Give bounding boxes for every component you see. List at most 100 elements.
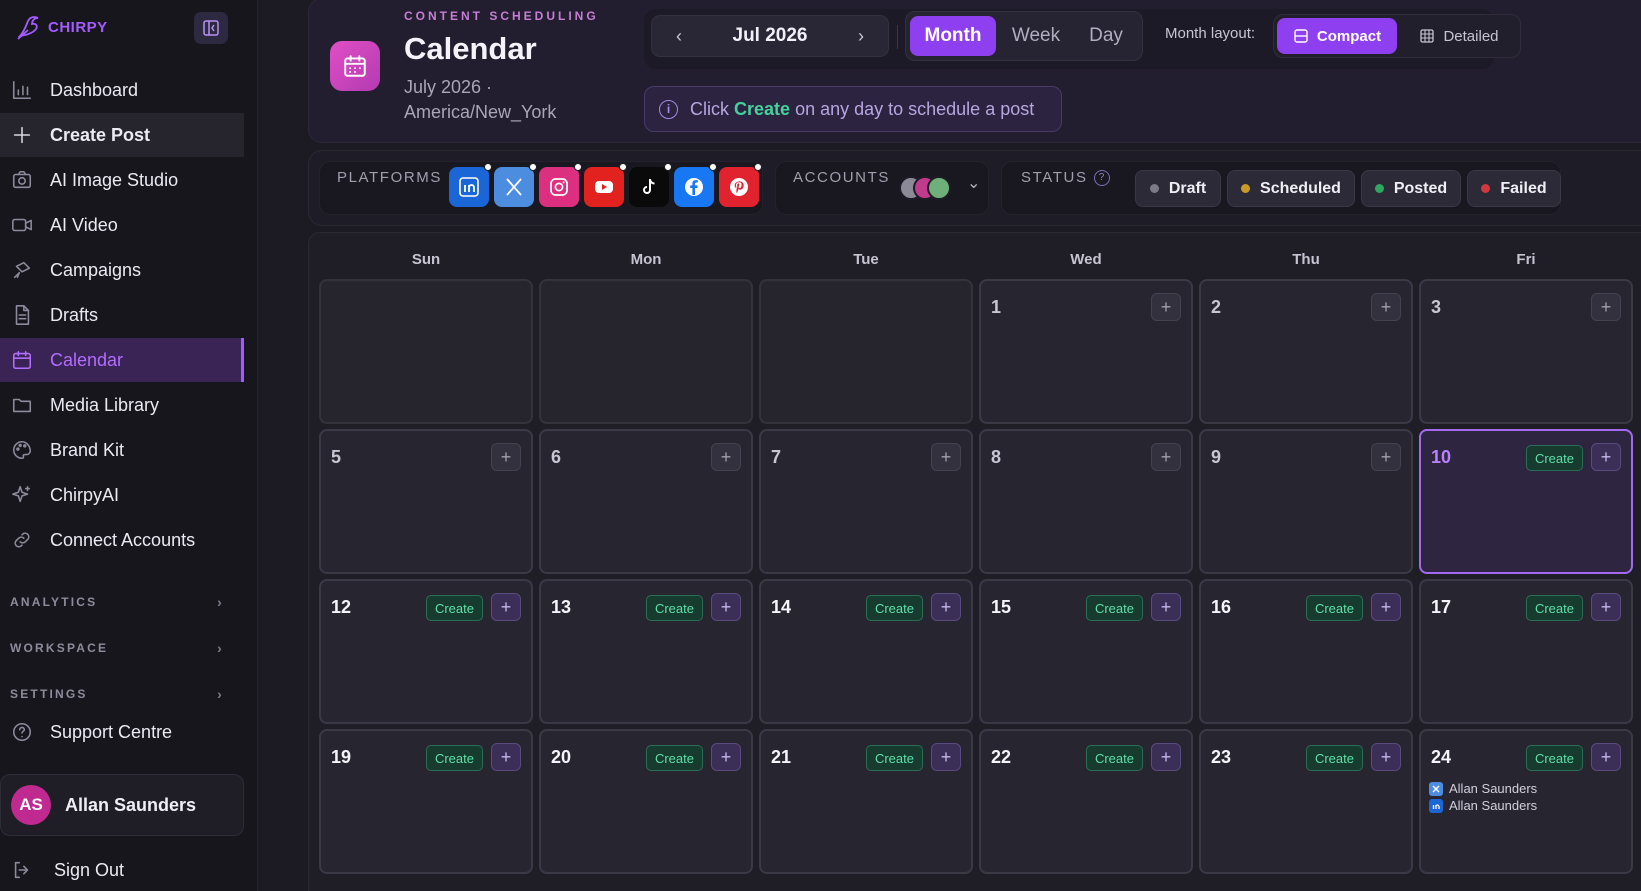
status-scheduled-button[interactable]: Scheduled: [1227, 170, 1355, 207]
pinterest-filter-button[interactable]: [719, 163, 762, 207]
add-post-button[interactable]: +: [1591, 293, 1621, 321]
day-cell[interactable]: 21 Create +: [759, 729, 973, 874]
add-post-button[interactable]: +: [1591, 743, 1621, 771]
sidebar-item-ai-video[interactable]: AI Video: [0, 203, 244, 247]
section-analytics[interactable]: ANALYTICS ›: [10, 594, 224, 610]
add-post-button[interactable]: +: [1151, 743, 1181, 771]
create-post-button[interactable]: Create: [425, 595, 483, 621]
sidebar-item-label: ChirpyAI: [50, 484, 120, 505]
status-failed-button[interactable]: Failed: [1467, 170, 1561, 207]
create-post-button[interactable]: Create: [1085, 595, 1143, 621]
section-settings[interactable]: SETTINGS ›: [10, 686, 224, 702]
section-workspace[interactable]: WORKSPACE ›: [10, 640, 224, 656]
add-post-button[interactable]: +: [491, 443, 521, 471]
day-cell[interactable]: 19 Create +: [319, 729, 533, 874]
add-post-button[interactable]: +: [1591, 593, 1621, 621]
facebook-filter-button[interactable]: [674, 163, 717, 207]
day-cell[interactable]: 7 +: [759, 429, 973, 574]
chevron-left-icon[interactable]: ‹: [666, 26, 692, 47]
status-posted-button[interactable]: Posted: [1361, 170, 1461, 207]
day-cell[interactable]: 14 Create +: [759, 579, 973, 724]
view-month-button[interactable]: Month: [910, 16, 996, 56]
status-draft-button[interactable]: Draft: [1135, 170, 1221, 207]
day-cell[interactable]: 9 +: [1199, 429, 1413, 574]
day-cell[interactable]: 17 Create +: [1419, 579, 1633, 724]
add-post-button[interactable]: +: [931, 743, 961, 771]
day-cell[interactable]: 1 +: [979, 279, 1193, 424]
sidebar-item-brand-kit[interactable]: Brand Kit: [0, 428, 244, 472]
collapse-sidebar-button[interactable]: [194, 12, 228, 44]
layout-detailed-button[interactable]: Detailed: [1402, 18, 1516, 54]
day-cell[interactable]: 20 Create +: [539, 729, 753, 874]
create-post-button[interactable]: Create: [865, 595, 923, 621]
add-post-button[interactable]: +: [711, 593, 741, 621]
create-post-button[interactable]: Create: [645, 595, 703, 621]
compact-layout-icon: [1294, 29, 1308, 43]
day-cell[interactable]: 15 Create +: [979, 579, 1193, 724]
layout-compact-button[interactable]: Compact: [1277, 18, 1397, 54]
day-cell[interactable]: 22 Create +: [979, 729, 1193, 874]
day-cell[interactable]: 8 +: [979, 429, 1193, 574]
day-cell[interactable]: 16 Create +: [1199, 579, 1413, 724]
day-cell[interactable]: 23 Create +: [1199, 729, 1413, 874]
add-post-button[interactable]: +: [1371, 293, 1401, 321]
view-day-button[interactable]: Day: [1074, 16, 1138, 56]
day-cell[interactable]: 3 +: [1419, 279, 1633, 424]
sidebar-item-connect-accounts[interactable]: Connect Accounts: [0, 518, 244, 562]
sidebar-item-support-centre[interactable]: Support Centre: [0, 710, 244, 754]
sidebar-item-drafts[interactable]: Drafts: [0, 293, 244, 337]
create-post-button[interactable]: Create: [865, 745, 923, 771]
create-post-button[interactable]: Create: [1525, 445, 1583, 471]
add-post-button[interactable]: +: [1371, 593, 1401, 621]
day-cell-today[interactable]: 10 Create +: [1419, 429, 1633, 574]
day-cell[interactable]: 5 +: [319, 429, 533, 574]
sidebar-item-calendar[interactable]: Calendar: [0, 338, 244, 382]
add-post-button[interactable]: +: [491, 593, 521, 621]
add-post-button[interactable]: +: [1371, 443, 1401, 471]
scheduled-post[interactable]: Allan Saunders: [1429, 798, 1537, 813]
youtube-filter-button[interactable]: [584, 163, 627, 207]
view-week-button[interactable]: Week: [998, 16, 1074, 56]
help-icon[interactable]: ?: [1093, 169, 1110, 186]
chevron-down-icon[interactable]: ⌄: [967, 173, 980, 193]
day-cell[interactable]: 24 Create + Allan Saunders Allan Saunder…: [1419, 729, 1633, 874]
sidebar-item-campaigns[interactable]: Campaigns: [0, 248, 244, 292]
sidebar-item-ai-image-studio[interactable]: AI Image Studio: [0, 158, 244, 202]
day-cell[interactable]: 6 +: [539, 429, 753, 574]
add-post-button[interactable]: +: [1151, 443, 1181, 471]
sidebar-item-create-post[interactable]: Create Post: [0, 113, 244, 157]
sidebar-item-media-library[interactable]: Media Library: [0, 383, 244, 427]
add-post-button[interactable]: +: [1151, 593, 1181, 621]
scheduled-post[interactable]: Allan Saunders: [1429, 781, 1537, 796]
create-post-button[interactable]: Create: [1305, 595, 1363, 621]
create-post-button[interactable]: Create: [1525, 745, 1583, 771]
day-cell[interactable]: 12 Create +: [319, 579, 533, 724]
add-post-button[interactable]: +: [1151, 293, 1181, 321]
sign-out-button[interactable]: Sign Out: [0, 848, 244, 891]
create-post-button[interactable]: Create: [1085, 745, 1143, 771]
chevron-right-icon[interactable]: ›: [848, 26, 874, 47]
tiktok-filter-button[interactable]: [629, 163, 672, 207]
create-post-button[interactable]: Create: [1525, 595, 1583, 621]
add-post-button[interactable]: +: [711, 443, 741, 471]
user-card[interactable]: AS Allan Saunders: [0, 774, 244, 836]
sidebar-item-chirpyai[interactable]: ChirpyAI: [0, 473, 244, 517]
sidebar-item-dashboard[interactable]: Dashboard: [0, 68, 244, 112]
add-post-button[interactable]: +: [711, 743, 741, 771]
add-post-button[interactable]: +: [1591, 443, 1621, 471]
create-post-button[interactable]: Create: [425, 745, 483, 771]
add-post-button[interactable]: +: [491, 743, 521, 771]
add-post-button[interactable]: +: [931, 443, 961, 471]
create-post-button[interactable]: Create: [1305, 745, 1363, 771]
create-post-button[interactable]: Create: [645, 745, 703, 771]
add-post-button[interactable]: +: [1371, 743, 1401, 771]
add-post-button[interactable]: +: [931, 593, 961, 621]
date-navigator: ‹ Jul 2026 ›: [651, 15, 889, 57]
x-filter-button[interactable]: [494, 163, 537, 207]
instagram-filter-button[interactable]: [539, 163, 582, 207]
linkedin-filter-button[interactable]: [449, 163, 492, 207]
sign-out-label: Sign Out: [54, 859, 125, 880]
day-cell[interactable]: 13 Create +: [539, 579, 753, 724]
brand-logo[interactable]: CHIRPY: [14, 12, 108, 42]
day-cell[interactable]: 2 +: [1199, 279, 1413, 424]
